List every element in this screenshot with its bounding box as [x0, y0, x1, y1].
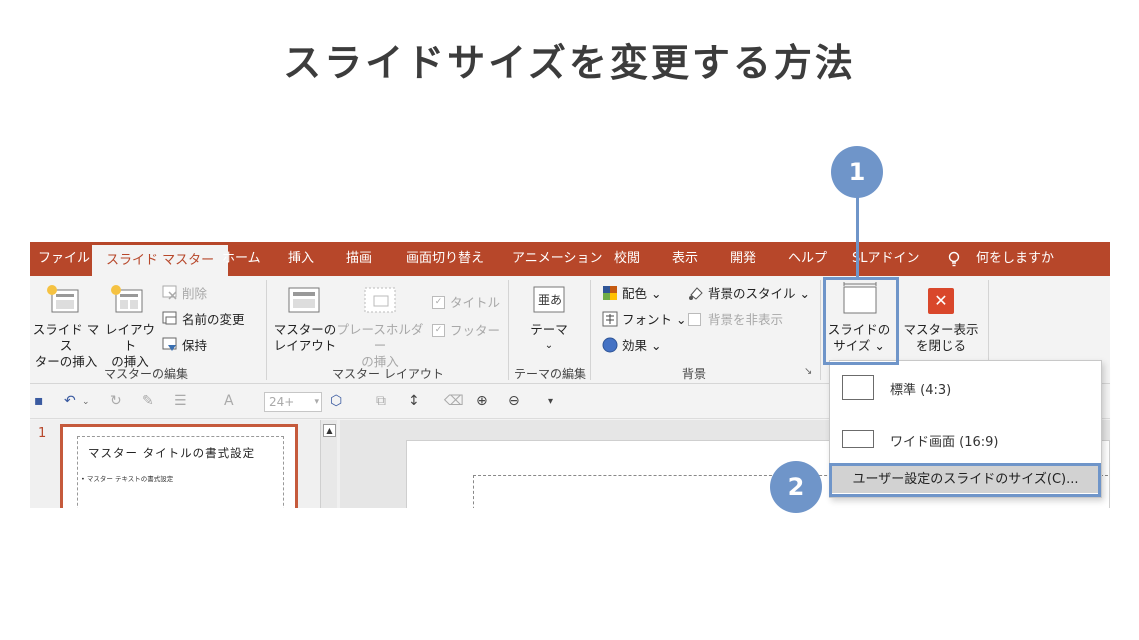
scroll-up-arrow-icon[interactable]: ▲	[323, 424, 336, 437]
dialog-launcher-icon[interactable]: ↘	[804, 366, 812, 377]
theme-button[interactable]: テーマ ⌄	[516, 322, 582, 354]
text-direction-icon[interactable]: ↕	[408, 393, 420, 409]
customize-toolbar-icon[interactable]: ▾	[548, 396, 553, 407]
insert-layout-icon	[111, 285, 143, 313]
step-badge-2: 2	[770, 461, 822, 513]
effects-icon	[602, 337, 618, 353]
step-connector-line	[856, 197, 859, 279]
footer-checkbox-label: フッター	[450, 323, 501, 338]
master-layout-icon	[288, 287, 320, 313]
custom-size-highlight	[829, 463, 1101, 497]
group-label-master-edit: マスターの編集	[104, 367, 189, 381]
tab-sl-addin[interactable]: SLアドイン	[852, 242, 920, 276]
colors-button[interactable]: 配色 ⌄	[622, 286, 661, 301]
save-icon[interactable]: ▪	[34, 393, 44, 409]
menu-item-widescreen-label: ワイド画面 (16:9)	[890, 435, 999, 450]
font-size-select[interactable]: 24+ ▾	[264, 392, 322, 412]
slide-number: 1	[38, 426, 47, 441]
fonts-button[interactable]: フォント ⌄	[622, 312, 686, 327]
group-label-background: 背景	[682, 367, 707, 381]
tab-transitions[interactable]: 画面切り替え	[406, 242, 484, 276]
undo-dropdown-icon[interactable]: ⌄	[82, 397, 90, 407]
thumbnail-pane: 1 マスター タイトルの書式設定 • マスター テキストの書式設定 ▲	[30, 420, 340, 508]
step-badge-1: 1	[831, 146, 883, 198]
thumbnail-title: マスター タイトルの書式設定	[88, 446, 256, 460]
bullets-icon[interactable]: ☰	[174, 393, 187, 409]
tab-file[interactable]: ファイル	[38, 242, 90, 276]
tell-me-search[interactable]: 何をしますか	[976, 242, 1054, 276]
delete-button[interactable]: 削除	[182, 286, 207, 301]
standard-ratio-icon	[842, 375, 874, 400]
group-label-master-layout: マスター レイアウト	[332, 367, 444, 381]
thumbnail-body: • マスター テキストの書式設定	[81, 475, 174, 483]
page-title: スライドサイズを変更する方法	[283, 41, 856, 85]
tab-animations[interactable]: アニメーション	[512, 242, 602, 276]
group-label-theme-edit: テーマの編集	[514, 367, 587, 381]
rename-button[interactable]: 名前の変更	[182, 312, 245, 327]
group-separator	[508, 280, 509, 380]
preserve-button[interactable]: 保持	[182, 338, 207, 353]
lightbulb-icon	[948, 251, 960, 267]
tab-slide-master[interactable]: スライド マスター	[92, 245, 229, 276]
master-layout-button[interactable]: マスターの レイアウト	[270, 322, 340, 354]
tab-home[interactable]: ホーム	[222, 242, 261, 276]
svg-text:亜あ: 亜あ	[538, 293, 562, 307]
title-checkbox[interactable]: ✓	[432, 296, 445, 309]
preserve-icon	[162, 337, 177, 351]
tab-review[interactable]: 校閲	[614, 242, 640, 276]
insert-placeholder-button[interactable]: プレースホルダー の挿入	[336, 322, 424, 370]
insert-placeholder-icon	[364, 287, 396, 313]
group-separator	[266, 280, 267, 380]
tab-view[interactable]: 表示	[672, 242, 698, 276]
insert-slide-master-icon	[47, 285, 79, 313]
widescreen-ratio-icon	[842, 430, 874, 448]
group-separator	[590, 280, 591, 380]
delete-icon	[162, 285, 177, 300]
theme-icon: 亜あ	[533, 286, 565, 313]
background-styles-icon	[689, 287, 703, 300]
slide-size-highlight	[823, 277, 899, 365]
colors-icon	[603, 286, 617, 300]
redo-icon[interactable]: ↻	[110, 393, 122, 409]
insert-slide-master-button[interactable]: スライド マス ターの挿入	[30, 322, 102, 370]
background-styles-button[interactable]: 背景のスタイル ⌄	[708, 286, 810, 301]
zoom-out-icon[interactable]: ⊖	[508, 393, 520, 409]
group-separator	[820, 280, 821, 380]
format-painter-icon[interactable]: ✎	[142, 393, 154, 409]
menu-item-standard[interactable]: 標準 (4:3)	[830, 367, 1101, 407]
thumbnail-scrollbar[interactable]: ▲	[320, 420, 337, 508]
slide-thumbnail[interactable]: マスター タイトルの書式設定 • マスター テキストの書式設定	[60, 424, 298, 508]
rename-icon	[162, 311, 177, 325]
ribbon-tab-bar: ファイル スライド マスター ホーム 挿入 描画 画面切り替え アニメーション …	[30, 242, 1110, 276]
footer-checkbox[interactable]: ✓	[432, 324, 445, 337]
close-icon: ✕	[928, 288, 954, 314]
title-checkbox-label: タイトル	[450, 295, 501, 310]
tab-insert[interactable]: 挿入	[288, 242, 314, 276]
font-color-icon[interactable]: A	[224, 393, 234, 409]
hide-background-checkbox[interactable]	[688, 313, 701, 326]
insert-layout-button[interactable]: レイアウト の挿入	[102, 322, 158, 370]
undo-icon[interactable]: ↶	[64, 393, 76, 409]
zoom-in-icon[interactable]: ⊕	[476, 393, 488, 409]
shapes-icon[interactable]: ⬡	[330, 393, 342, 409]
tab-help[interactable]: ヘルプ	[788, 242, 827, 276]
effects-button[interactable]: 効果 ⌄	[622, 338, 661, 353]
fonts-icon	[602, 311, 618, 327]
menu-item-standard-label: 標準 (4:3)	[890, 383, 952, 398]
clear-format-icon[interactable]: ⌫	[444, 393, 464, 409]
thumbnail-title-placeholder: マスター タイトルの書式設定 • マスター テキストの書式設定	[77, 436, 284, 508]
hide-background-label: 背景を非表示	[708, 312, 784, 327]
close-master-view-button[interactable]: マスター表示 を閉じる	[896, 322, 986, 354]
arrange-icon[interactable]: ⧉	[376, 393, 386, 409]
tab-developer[interactable]: 開発	[730, 242, 756, 276]
menu-item-widescreen[interactable]: ワイド画面 (16:9)	[830, 418, 1101, 458]
tab-draw[interactable]: 描画	[346, 242, 372, 276]
